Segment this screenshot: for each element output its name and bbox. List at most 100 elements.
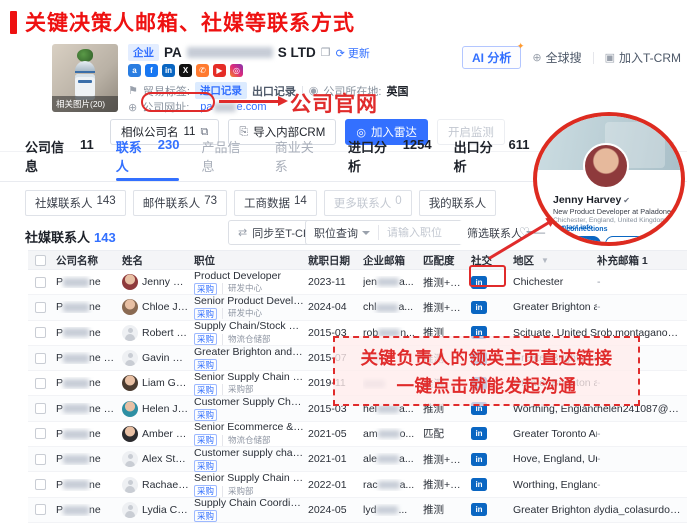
social-icon-youtube[interactable]: ▶ <box>213 64 226 77</box>
row-checkbox[interactable] <box>35 327 46 338</box>
row-checkbox[interactable] <box>35 479 46 490</box>
avatar <box>122 401 138 417</box>
social-icon-facebook[interactable]: f <box>145 64 158 77</box>
company-cell: Pne <box>56 428 122 440</box>
filter-icon[interactable]: ▼ <box>541 256 549 265</box>
contact-name[interactable]: Liam Gent <box>142 377 190 389</box>
contact-name[interactable]: Gavin Meeks <box>142 352 190 364</box>
row-checkbox[interactable] <box>35 302 46 313</box>
row-checkbox-cell <box>28 302 56 313</box>
procurement-tag: 采购 <box>194 384 217 396</box>
company-cell: Pne <box>56 276 122 288</box>
avatar <box>122 325 138 341</box>
company-suffix: ne <box>89 428 101 440</box>
message-button[interactable]: Message <box>553 236 601 246</box>
contact-name[interactable]: Rachael Kelly <box>142 479 190 491</box>
company-redacted <box>63 303 89 312</box>
linkedin-connections[interactable]: 112 connections <box>553 226 607 233</box>
job-search-input[interactable] <box>387 227 461 239</box>
linkedin-profile-callout: Jenny Harvey✔ New Product Developer at P… <box>533 112 685 246</box>
section-title: 社媒联系人143 <box>25 227 116 246</box>
row-checkbox[interactable] <box>35 454 46 465</box>
linkedin-icon[interactable]: in <box>471 301 487 314</box>
company-type-tag: 企业 <box>128 44 159 61</box>
global-search-button[interactable]: ⊕全球搜 <box>532 49 581 66</box>
avatar <box>122 426 138 442</box>
email-suffix: o... <box>400 428 415 440</box>
pill-我的联系人[interactable]: 我的联系人 <box>419 190 497 216</box>
ai-analysis-button[interactable]: AI 分析✦ <box>462 46 521 69</box>
contact-name[interactable]: Helen Johnstone <box>142 403 190 415</box>
row-checkbox[interactable] <box>35 403 46 414</box>
pill-工商数据[interactable]: 工商数据14 <box>234 190 317 216</box>
contact-name[interactable]: Robert Monta... <box>142 327 190 339</box>
job-query-dropdown[interactable]: 职位查询 <box>306 221 378 244</box>
title-cell: Customer Supply Chain采购 <box>194 396 308 421</box>
email-cell: amo... <box>363 428 423 440</box>
job-title: Greater Brighton and Hove Area <box>194 346 304 358</box>
social-cell: in <box>471 503 513 516</box>
linkedin-icon[interactable]: in <box>471 453 487 466</box>
tab-count: 611 <box>508 137 529 175</box>
social-icon-x-twitter[interactable]: X <box>179 64 192 77</box>
extra-email-cell: - <box>597 301 687 313</box>
more-button[interactable]: More <box>657 236 685 246</box>
refresh-icon[interactable]: ⟳ 更新 <box>336 45 370 61</box>
linkedin-icon[interactable]: in <box>471 503 487 516</box>
title-cell: Senior Supply Chain Coordinator采购采购部 <box>194 472 308 497</box>
social-icon-linkedin[interactable]: in <box>162 64 175 77</box>
row-checkbox[interactable] <box>35 428 46 439</box>
contact-name[interactable]: Alex Styles <box>142 453 190 465</box>
pill-邮件联系人[interactable]: 邮件联系人73 <box>133 190 227 216</box>
company-suffix: ne <box>89 301 101 313</box>
row-checkbox[interactable] <box>35 277 46 288</box>
table-row[interactable]: PneLydia ColasurdoSupply Chain Coordinat… <box>28 498 687 523</box>
table-row[interactable]: PneJenny HarveyProduct Developer采购研发中心20… <box>28 270 687 295</box>
contact-name[interactable]: Chloe Jones <box>142 301 190 313</box>
linkedin-icon[interactable]: in <box>471 478 487 491</box>
copy-icon[interactable]: ❐ <box>321 46 331 59</box>
pill-社媒联系人[interactable]: 社媒联系人143 <box>25 190 126 216</box>
column-header-补充邮箱 1: 补充邮箱 1 <box>597 253 687 268</box>
pill-label: 工商数据 <box>244 195 290 211</box>
tab-联系人[interactable]: 联系人230 <box>116 137 180 181</box>
company-photo[interactable]: 相关图片(20) <box>52 44 118 112</box>
tab-label: 出口分析 <box>454 137 505 175</box>
table-row[interactable]: PneAlex StylesCustomer supply chain coor… <box>28 447 687 472</box>
pill-更多联系人[interactable]: 更多联系人0 <box>324 190 412 216</box>
column-header-公司名称: 公司名称 <box>56 253 122 268</box>
tab-进口分析[interactable]: 进口分析1254 <box>348 137 432 181</box>
contact-type-pills: 社媒联系人143 邮件联系人73 工商数据14 更多联系人0 我的联系人 <box>25 190 496 216</box>
tab-产品信息[interactable]: 产品信息 <box>201 137 252 181</box>
social-icon-amazon[interactable]: a <box>128 64 141 77</box>
company-cell: Pne <box>56 377 122 389</box>
follow-button[interactable]: + Follow <box>605 236 653 246</box>
select-all-checkbox[interactable] <box>35 255 46 266</box>
linkedin-icon[interactable]: in <box>471 427 487 440</box>
table-row[interactable]: PneRachael KellySenior Supply Chain Coor… <box>28 472 687 497</box>
job-title: Senior Product Developer <box>194 295 304 307</box>
company-redacted <box>63 480 89 489</box>
table-row[interactable]: PneAmber WhittySenior Ecommerce & Supply… <box>28 422 687 447</box>
contact-name[interactable]: Jenny Harvey <box>142 276 190 288</box>
social-icon-instagram[interactable]: ◎ <box>230 64 243 77</box>
row-checkbox[interactable] <box>35 378 46 389</box>
table-row[interactable]: PneChloe JonesSenior Product Developer采购… <box>28 295 687 320</box>
title-accent-bar <box>10 11 17 34</box>
row-checkbox[interactable] <box>35 353 46 364</box>
join-tcrm-button[interactable]: ▣加入T-CRM <box>605 49 681 66</box>
column-header-企业邮箱: 企业邮箱 <box>363 253 423 268</box>
email-cell: lyd... <box>363 504 423 516</box>
row-checkbox[interactable] <box>35 504 46 515</box>
tab-label: 进口分析 <box>348 137 399 175</box>
photo-caption[interactable]: 相关图片(20) <box>52 96 118 112</box>
contact-name[interactable]: Amber Whitty <box>142 428 190 440</box>
tab-商业关系[interactable]: 商业关系 <box>275 137 326 181</box>
tab-出口分析[interactable]: 出口分析611 <box>454 137 530 181</box>
tab-公司信息[interactable]: 公司信息11 <box>25 137 94 181</box>
pill-label: 邮件联系人 <box>143 195 201 211</box>
procurement-tag: 采购 <box>194 283 217 295</box>
contact-name[interactable]: Lydia Colasurdo <box>142 504 190 516</box>
social-icon-phone[interactable]: ✆ <box>196 64 209 77</box>
linkedin-avatar <box>583 143 629 189</box>
